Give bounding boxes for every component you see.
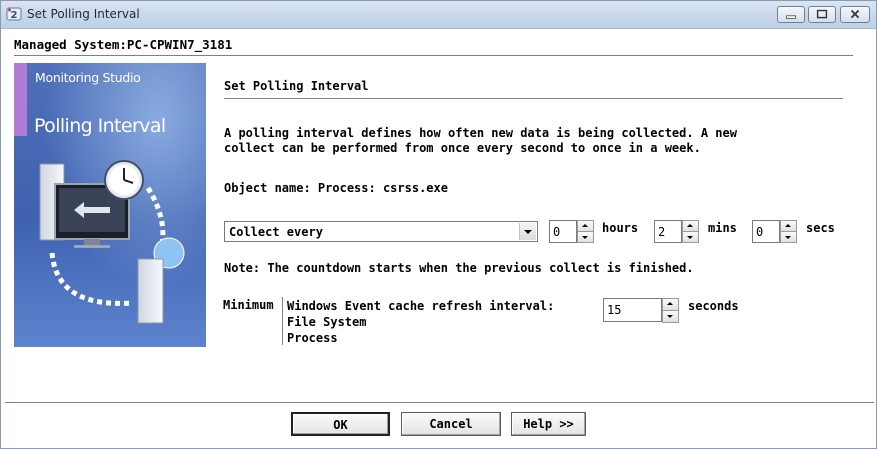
mins-label: mins	[708, 221, 737, 235]
title-bar[interactable]: 2 Set Polling Interval	[1, 1, 876, 29]
refresh-interval-value: 15	[607, 303, 622, 317]
hours-label: hours	[602, 221, 639, 235]
minimum-line-event-cache: Windows Event cache refresh interval:	[287, 299, 555, 313]
close-button[interactable]	[840, 6, 870, 23]
collect-mode-value: Collect every	[229, 225, 323, 239]
section-divider	[224, 98, 843, 99]
mins-field[interactable]: 2	[654, 220, 682, 243]
hours-value: 0	[553, 225, 561, 239]
secs-down-arrow-icon[interactable]	[780, 231, 797, 243]
header-divider	[14, 55, 853, 56]
dialog-window: 2 Set Polling Interval Managed System:PC…	[0, 0, 877, 449]
secs-label: secs	[806, 221, 835, 235]
hours-down-arrow-icon[interactable]	[577, 231, 594, 243]
help-button-label: Help >>	[523, 417, 574, 431]
maximize-icon	[816, 9, 828, 19]
window-title: Set Polling Interval	[27, 7, 140, 21]
collect-mode-select[interactable]: Collect every	[224, 221, 538, 242]
object-name-label: Object name: Process: csrss.exe	[224, 181, 448, 195]
banner-title: Polling Interval	[34, 115, 166, 137]
managed-system-label: Managed System:PC-CPWIN7_3181	[14, 37, 233, 52]
secs-value: 0	[756, 225, 764, 239]
seconds-label: seconds	[688, 299, 739, 313]
help-button[interactable]: Help >>	[511, 412, 586, 436]
maximize-button[interactable]	[808, 6, 836, 23]
cancel-button-label: Cancel	[429, 417, 473, 431]
countdown-note: Note: The countdown starts when the prev…	[224, 261, 694, 275]
chevron-down-icon[interactable]	[519, 223, 536, 240]
mins-value: 2	[658, 225, 666, 239]
secs-field[interactable]: 0	[752, 220, 780, 243]
close-icon	[850, 9, 860, 19]
svg-text:2: 2	[11, 10, 18, 21]
refresh-interval-field[interactable]: 15	[603, 298, 662, 322]
footer-divider	[5, 402, 874, 404]
minimum-line-file-system: File System	[287, 315, 367, 329]
minimum-divider	[282, 297, 283, 345]
minimize-icon	[786, 15, 796, 19]
description-text: A polling interval defines how often new…	[224, 126, 737, 155]
minimum-label: Minimum	[223, 298, 274, 312]
hours-field[interactable]: 0	[549, 220, 577, 243]
mins-down-arrow-icon[interactable]	[682, 231, 699, 243]
refresh-down-arrow-icon[interactable]	[662, 310, 679, 323]
section-title: Set Polling Interval	[224, 79, 369, 93]
minimize-button[interactable]	[777, 6, 805, 23]
banner-illustration	[14, 63, 206, 347]
ok-button-label: OK	[333, 418, 348, 432]
polling-app-icon: 2	[6, 7, 22, 21]
refresh-interval-stepper[interactable]: 15	[603, 298, 679, 323]
minimum-line-process: Process	[287, 331, 338, 345]
banner-image: Monitoring Studio Polling Interval	[14, 63, 206, 347]
secs-stepper[interactable]: 0	[752, 220, 797, 243]
mins-stepper[interactable]: 2	[654, 220, 699, 243]
cancel-button[interactable]: Cancel	[401, 412, 501, 436]
hours-stepper[interactable]: 0	[549, 220, 594, 243]
banner-subtitle: Monitoring Studio	[35, 70, 141, 85]
ok-button[interactable]: OK	[291, 412, 390, 436]
